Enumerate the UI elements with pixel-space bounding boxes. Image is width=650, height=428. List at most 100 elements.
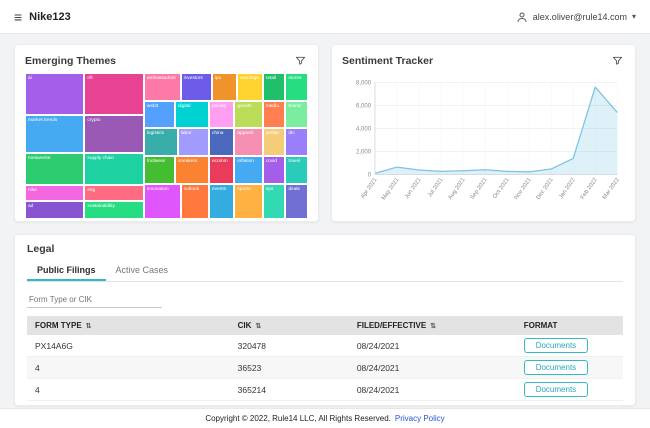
treemap-tile[interactable]: growth bbox=[234, 101, 262, 129]
treemap-tile[interactable]: metaverse bbox=[25, 153, 84, 185]
table-row: PX14A6G32047808/24/2021Documents bbox=[27, 335, 623, 357]
main-content: Emerging Themes aimarket trendsmetaverse… bbox=[0, 34, 650, 408]
cell-cik: 36523 bbox=[230, 357, 349, 379]
tab-public-filings[interactable]: Public Filings bbox=[27, 260, 106, 281]
treemap-tile[interactable]: inflation bbox=[234, 156, 262, 184]
form-type-cik-input[interactable] bbox=[27, 292, 162, 308]
svg-text:Jun 2021: Jun 2021 bbox=[404, 177, 423, 200]
treemap-tile[interactable]: logistics bbox=[144, 128, 178, 156]
svg-text:Jan 2022: Jan 2022 bbox=[558, 177, 577, 200]
documents-button[interactable]: Documents bbox=[524, 382, 588, 397]
treemap-tile[interactable]: labor bbox=[178, 128, 209, 156]
svg-text:Oct 2021: Oct 2021 bbox=[492, 177, 510, 200]
filings-table-body: PX14A6G32047808/24/2021Documents43652308… bbox=[27, 335, 623, 401]
treemap-tile[interactable]: eps bbox=[263, 184, 286, 219]
svg-text:Apr 2021: Apr 2021 bbox=[360, 177, 378, 200]
user-icon bbox=[516, 11, 528, 23]
treemap-tile[interactable]: nike bbox=[25, 185, 84, 201]
treemap-tile[interactable]: market trends bbox=[25, 115, 84, 153]
filter-icon[interactable] bbox=[293, 53, 308, 68]
emerging-themes-card: Emerging Themes aimarket trendsmetaverse… bbox=[14, 44, 319, 222]
treemap-tile[interactable]: ecomm bbox=[209, 156, 234, 184]
treemap-tile[interactable]: covid bbox=[263, 156, 286, 184]
svg-text:Mar 2022: Mar 2022 bbox=[602, 177, 621, 201]
sort-icon[interactable]: ⇅ bbox=[255, 323, 261, 330]
svg-text:Jul 2021: Jul 2021 bbox=[427, 177, 444, 198]
treemap-tile[interactable]: supply chain bbox=[84, 153, 143, 185]
legal-card: Legal Public Filings Active Cases FORM T… bbox=[14, 234, 636, 406]
treemap-tile[interactable]: sneakers bbox=[175, 156, 209, 184]
treemap-tile[interactable]: stores bbox=[285, 73, 308, 101]
cell-filed-effective: 08/24/2021 bbox=[349, 357, 516, 379]
cell-format: Documents bbox=[516, 379, 623, 401]
treemap-tile[interactable]: brand bbox=[285, 101, 308, 129]
filings-table-header-row: FORM TYPE⇅CIK⇅FILED/EFFECTIVE⇅FORMAT bbox=[27, 316, 623, 335]
sort-icon[interactable]: ⇅ bbox=[86, 323, 92, 330]
treemap-tile[interactable]: apparel bbox=[234, 128, 262, 156]
legal-tabs: Public Filings Active Cases bbox=[27, 260, 623, 282]
treemap-tile[interactable]: china bbox=[209, 128, 234, 156]
documents-button[interactable]: Documents bbox=[524, 338, 588, 353]
treemap-tile[interactable]: ipo bbox=[212, 73, 237, 101]
cell-form-type: 4 bbox=[27, 379, 230, 401]
user-email: alex.oliver@rule14.com bbox=[533, 12, 627, 22]
brand-group: ≡ Nike123 bbox=[14, 10, 71, 24]
treemap-tile[interactable]: outlook bbox=[181, 184, 209, 219]
brand-name: Nike123 bbox=[29, 11, 71, 23]
svg-text:6,000: 6,000 bbox=[356, 103, 372, 109]
treemap-tile[interactable]: retail bbox=[263, 73, 286, 101]
treemap-tile[interactable]: footwear bbox=[144, 156, 175, 184]
column-header[interactable]: FILED/EFFECTIVE⇅ bbox=[349, 316, 516, 335]
treemap-tile[interactable]: media bbox=[263, 101, 286, 129]
svg-text:Dec 2021: Dec 2021 bbox=[536, 177, 555, 201]
tab-active-cases[interactable]: Active Cases bbox=[106, 260, 179, 281]
treemap-tile[interactable]: pricing bbox=[209, 101, 234, 129]
treemap-tile[interactable]: travel bbox=[285, 156, 308, 184]
cell-cik: 365214 bbox=[230, 379, 349, 401]
column-header[interactable]: FORM TYPE⇅ bbox=[27, 316, 230, 335]
user-menu[interactable]: alex.oliver@rule14.com ▾ bbox=[516, 11, 636, 23]
treemap-tile[interactable]: nft bbox=[84, 73, 143, 115]
cell-format: Documents bbox=[516, 357, 623, 379]
svg-text:4,000: 4,000 bbox=[356, 126, 372, 132]
svg-text:8,000: 8,000 bbox=[356, 80, 372, 86]
treemap-tile[interactable]: innovation bbox=[144, 184, 181, 219]
treemap-tile[interactable]: crypto bbox=[84, 115, 143, 153]
treemap-tile[interactable]: deals bbox=[285, 184, 308, 219]
emerging-themes-title: Emerging Themes bbox=[25, 55, 116, 67]
treemap-tile[interactable]: earnings bbox=[237, 73, 262, 101]
svg-text:Sep 2021: Sep 2021 bbox=[470, 177, 489, 201]
treemap-tile[interactable]: ai bbox=[25, 73, 84, 115]
sentiment-tracker-title: Sentiment Tracker bbox=[342, 55, 433, 67]
column-header[interactable]: CIK⇅ bbox=[230, 316, 349, 335]
treemap-tile[interactable]: events bbox=[209, 184, 234, 219]
treemap-tile[interactable]: jordan bbox=[263, 128, 286, 156]
treemap-tile[interactable]: investors bbox=[181, 73, 212, 101]
sentiment-chart-wrap: 0 2,000 4,000 6,000 8,000 Apr 2021May 2021Jun… bbox=[342, 70, 625, 220]
treemap: aimarket trendsmetaversenikeadnftcryptos… bbox=[25, 73, 308, 219]
privacy-policy-link[interactable]: Privacy Policy bbox=[395, 414, 445, 423]
treemap-tile[interactable]: ad bbox=[25, 201, 84, 219]
treemap-tile[interactable]: ambassadors bbox=[144, 73, 181, 101]
svg-text:0: 0 bbox=[368, 172, 372, 178]
treemap-tile[interactable]: web3 bbox=[144, 101, 175, 129]
menu-icon[interactable]: ≡ bbox=[14, 10, 22, 24]
treemap-tile[interactable]: sports bbox=[234, 184, 262, 219]
treemap-tile[interactable]: dtc bbox=[285, 128, 308, 156]
legal-title: Legal bbox=[27, 243, 623, 255]
svg-text:May 2021: May 2021 bbox=[381, 177, 401, 201]
top-bar: ≡ Nike123 alex.oliver@rule14.com ▾ bbox=[0, 0, 650, 34]
treemap-tile[interactable]: sustainability bbox=[84, 201, 143, 219]
treemap-tile[interactable]: digital bbox=[175, 101, 209, 129]
documents-button[interactable]: Documents bbox=[524, 360, 588, 375]
sort-icon[interactable]: ⇅ bbox=[430, 323, 436, 330]
cell-form-type: 4 bbox=[27, 357, 230, 379]
chevron-down-icon: ▾ bbox=[632, 12, 636, 21]
treemap-tile[interactable]: esg bbox=[84, 185, 143, 201]
svg-text:Nov 2021: Nov 2021 bbox=[514, 177, 533, 201]
sentiment-tracker-card: Sentiment Tracker 0 2,000 4,000 6,000 8,000 A… bbox=[331, 44, 636, 222]
cell-form-type: PX14A6G bbox=[27, 335, 230, 357]
filter-icon[interactable] bbox=[610, 53, 625, 68]
svg-text:2,000: 2,000 bbox=[356, 149, 372, 155]
cell-cik: 320478 bbox=[230, 335, 349, 357]
